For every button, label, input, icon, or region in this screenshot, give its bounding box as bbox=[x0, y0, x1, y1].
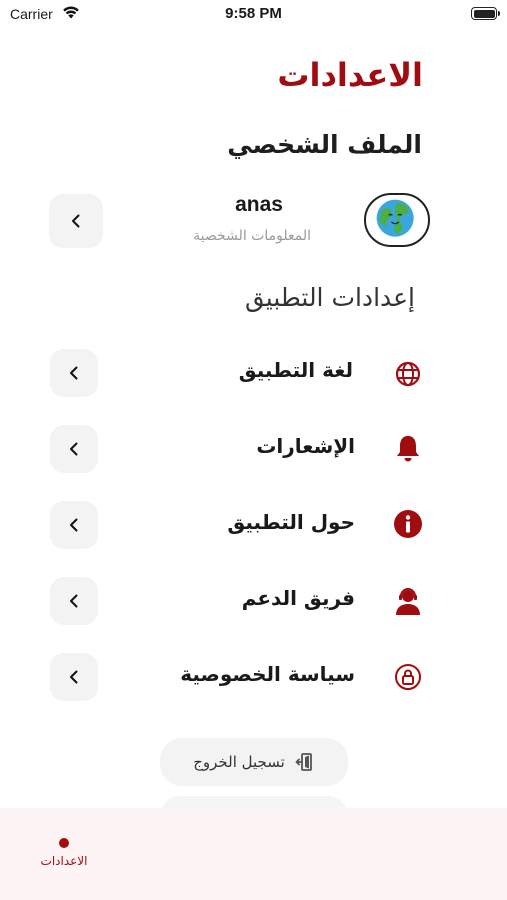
support-agent-icon bbox=[396, 588, 420, 615]
chevron-left-icon bbox=[70, 442, 78, 456]
privacy-row-label[interactable]: سياسة الخصوصية bbox=[180, 662, 355, 686]
support-row-label[interactable]: فريق الدعم bbox=[242, 586, 355, 610]
profile-heading: الملف الشخصي bbox=[227, 130, 422, 159]
profile-open-button[interactable] bbox=[49, 194, 103, 248]
lock-icon bbox=[395, 664, 421, 690]
info-icon bbox=[394, 510, 422, 538]
logout-label: تسجيل الخروج bbox=[193, 753, 285, 771]
avatar[interactable] bbox=[364, 193, 430, 247]
support-row-button[interactable] bbox=[50, 577, 98, 625]
page-title: الاعدادات bbox=[277, 56, 423, 94]
about-row-button[interactable] bbox=[50, 501, 98, 549]
about-row-label[interactable]: حول التطبيق bbox=[227, 510, 355, 534]
profile-subtitle: المعلومات الشخصية bbox=[193, 228, 311, 244]
notifications-row-button[interactable] bbox=[50, 425, 98, 473]
privacy-row-button[interactable] bbox=[50, 653, 98, 701]
notifications-row-label[interactable]: الإشعارات bbox=[256, 434, 355, 458]
clock: 9:58 PM bbox=[225, 5, 282, 22]
active-tab-indicator bbox=[59, 838, 69, 848]
language-row-label[interactable]: لغة التطبيق bbox=[239, 358, 353, 382]
chevron-left-icon bbox=[70, 594, 78, 608]
battery-icon bbox=[471, 7, 500, 20]
language-row-button[interactable] bbox=[50, 349, 98, 397]
bottom-nav: الاعدادات bbox=[0, 808, 507, 900]
earth-avatar-icon bbox=[376, 199, 414, 237]
profile-name[interactable]: anas bbox=[184, 193, 334, 217]
chevron-left-icon bbox=[72, 214, 80, 228]
bell-icon bbox=[397, 436, 419, 462]
chevron-left-icon bbox=[70, 518, 78, 532]
chevron-left-icon bbox=[70, 366, 78, 380]
globe-icon bbox=[395, 361, 421, 387]
logout-button[interactable]: تسجيل الخروج bbox=[160, 738, 348, 786]
status-bar: Carrier 9:58 PM bbox=[0, 0, 507, 30]
logout-icon bbox=[295, 753, 312, 771]
app-settings-heading: إعدادات التطبيق bbox=[244, 283, 415, 312]
chevron-left-icon bbox=[70, 670, 78, 684]
tab-settings[interactable]: الاعدادات bbox=[30, 854, 98, 868]
